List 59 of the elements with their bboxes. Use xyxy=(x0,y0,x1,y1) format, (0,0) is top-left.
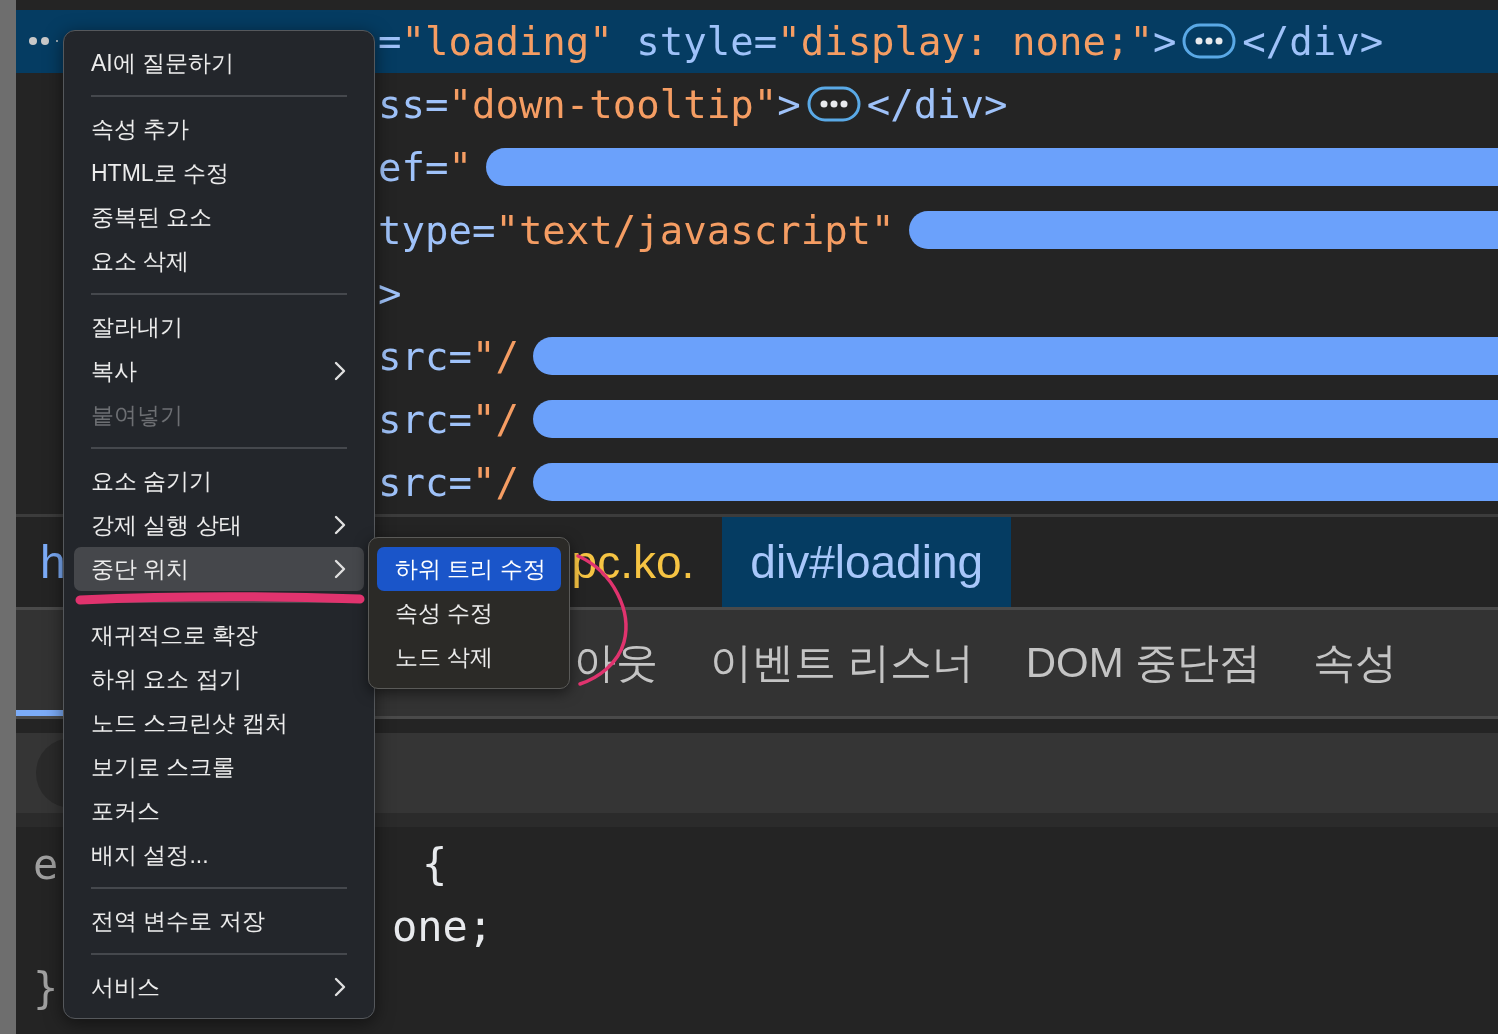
menu-item[interactable]: AI에 질문하기 xyxy=(74,41,364,85)
code-text: "down-tooltip" xyxy=(448,81,778,127)
tab-underline xyxy=(16,710,66,716)
code-text: </div> xyxy=(866,81,1008,127)
code-text: </div> xyxy=(1242,18,1384,64)
code-text: "text/javascript" xyxy=(495,207,895,253)
code-text: } xyxy=(33,963,59,1013)
code-text: type= xyxy=(378,207,496,253)
ellipsis-icon[interactable] xyxy=(1182,23,1237,59)
menu-item[interactable]: 배지 설정... xyxy=(74,833,364,877)
code-text: { xyxy=(422,839,448,889)
code-text: " xyxy=(448,144,472,190)
code-text: one; xyxy=(392,901,494,951)
code-text: ef= xyxy=(378,144,449,190)
code-text: > xyxy=(378,270,402,316)
menu-item[interactable]: 포커스 xyxy=(74,789,364,833)
breadcrumb[interactable]: div#loading xyxy=(722,517,1012,607)
code-text: = xyxy=(378,18,402,64)
code-text: "display: none;" xyxy=(777,18,1153,64)
menu-item[interactable]: 속성 추가 xyxy=(74,107,364,151)
menu-item[interactable]: 요소 삭제 xyxy=(74,239,364,283)
code-text: src= xyxy=(378,459,472,505)
ellipsis-icon[interactable] xyxy=(806,86,861,122)
menu-item[interactable]: 보기로 스크롤 xyxy=(74,745,364,789)
menu-item[interactable]: 재귀적으로 확장 xyxy=(74,613,364,657)
code-text: "/ xyxy=(471,396,519,442)
code-text: e xyxy=(33,839,59,889)
breadcrumb[interactable]: h xyxy=(16,517,66,607)
chevron-right-icon xyxy=(334,361,346,381)
code-text: ss= xyxy=(378,81,449,127)
chevron-right-icon xyxy=(334,559,346,579)
ellipsis-icon[interactable] xyxy=(28,36,58,46)
chevron-right-icon xyxy=(334,515,346,535)
menu-item[interactable]: 노드 스크린샷 캡처 xyxy=(74,701,364,745)
menu-item[interactable]: 중단 위치 xyxy=(74,547,364,591)
menu-item[interactable]: 하위 요소 접기 xyxy=(74,657,364,701)
panel-tab[interactable]: DOM 중단점 xyxy=(1025,635,1262,691)
panel-tab[interactable]: 이벤트 리스너 xyxy=(710,635,974,691)
menu-item[interactable]: HTML로 수정 xyxy=(74,151,364,195)
menu-item[interactable]: 하위 트리 수정 xyxy=(377,547,561,591)
code-text: > xyxy=(1152,18,1177,64)
menu-item[interactable]: 강제 실행 상태 xyxy=(74,503,364,547)
code-text: style= xyxy=(635,18,778,64)
menu-item[interactable]: 잘라내기 xyxy=(74,305,364,349)
menu-item[interactable]: 중복된 요소 xyxy=(74,195,364,239)
menu-item[interactable]: 속성 수정 xyxy=(377,591,561,635)
code-text: "loading" xyxy=(401,18,613,64)
menu-item[interactable]: 요소 숨기기 xyxy=(74,459,364,503)
menu-item[interactable]: 복사 xyxy=(74,349,364,393)
menu-item[interactable]: 서비스 xyxy=(74,965,364,1009)
code-text: "/ xyxy=(471,459,519,505)
code-text: src= xyxy=(378,396,472,442)
code-text: src= xyxy=(378,333,472,379)
code-text: > xyxy=(777,81,801,127)
panel-tab[interactable]: 속성 xyxy=(1313,635,1398,691)
menu-item[interactable]: 전역 변수로 저장 xyxy=(74,899,364,943)
chevron-right-icon xyxy=(334,977,346,997)
menu-item[interactable]: 노드 삭제 xyxy=(377,635,561,679)
code-text: "/ xyxy=(471,333,519,379)
